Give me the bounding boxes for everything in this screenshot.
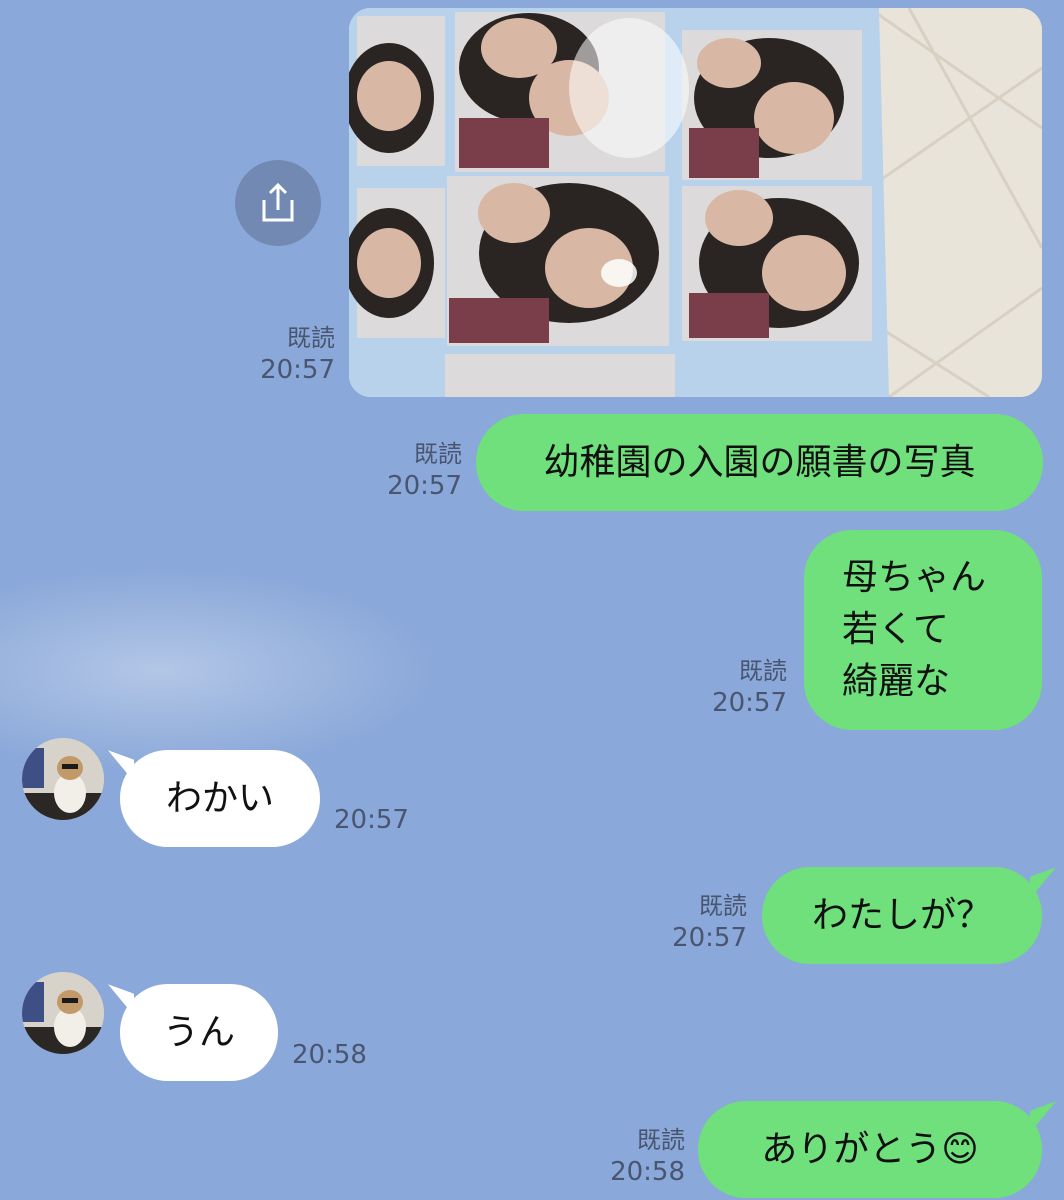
message-time: 20:58: [292, 1040, 367, 1070]
image-message-meta: 既読 20:57: [240, 322, 335, 386]
message-line: 母ちゃん: [842, 557, 987, 598]
message-line: 綺麗な: [842, 661, 951, 702]
photo-message[interactable]: [349, 8, 1042, 397]
message-text: わたしが？: [811, 894, 992, 936]
avatar[interactable]: [22, 972, 104, 1054]
share-icon: [262, 182, 294, 222]
read-receipt: 既読: [637, 1126, 685, 1154]
smiling-face-emoji: 😊: [941, 1128, 979, 1170]
outgoing-message-bubble[interactable]: 幼稚園の入園の願書の写真: [476, 414, 1043, 511]
message-meta: 既読 20:57: [370, 438, 462, 502]
message-meta: 既読 20:58: [590, 1124, 685, 1188]
message-text: 母ちゃん 若くて 綺麗な: [842, 552, 986, 708]
message-time: 20:57: [260, 355, 335, 385]
message-meta: 既読 20:57: [655, 890, 747, 954]
outgoing-message-bubble[interactable]: 母ちゃん 若くて 綺麗な: [804, 530, 1042, 730]
message-time: 20:57: [712, 688, 787, 718]
read-receipt: 既読: [739, 657, 787, 685]
message-text: うん: [162, 1011, 235, 1053]
read-receipt: 既読: [414, 440, 462, 468]
avatar[interactable]: [22, 738, 104, 820]
id-photo-sheet-image: [349, 8, 1042, 397]
share-button[interactable]: [235, 160, 321, 246]
incoming-message-bubble[interactable]: わかい: [120, 750, 320, 847]
avatar-photo: [22, 738, 104, 820]
message-time: 20:57: [672, 923, 747, 953]
read-receipt: 既読: [699, 892, 747, 920]
message-time: 20:58: [610, 1157, 685, 1187]
message-line: 若くて: [842, 609, 949, 650]
message-text: 幼稚園の入園の願書の写真: [543, 441, 976, 483]
message-meta: 既読 20:57: [695, 655, 787, 719]
outgoing-message-bubble[interactable]: ありがとう 😊: [698, 1101, 1042, 1198]
message-time: 20:57: [387, 471, 462, 501]
chat-view: 既読 20:57 既読 20:57 幼稚園の入園の願書の写真 既読 20:57 …: [0, 0, 1064, 1200]
message-text: ありがとう: [761, 1128, 942, 1170]
message-time: 20:57: [334, 805, 409, 835]
read-receipt: 既読: [287, 324, 335, 352]
message-text: わかい: [165, 777, 274, 819]
incoming-message-bubble[interactable]: うん: [120, 984, 278, 1081]
avatar-photo: [22, 972, 104, 1054]
outgoing-message-bubble[interactable]: わたしが？: [762, 867, 1042, 964]
